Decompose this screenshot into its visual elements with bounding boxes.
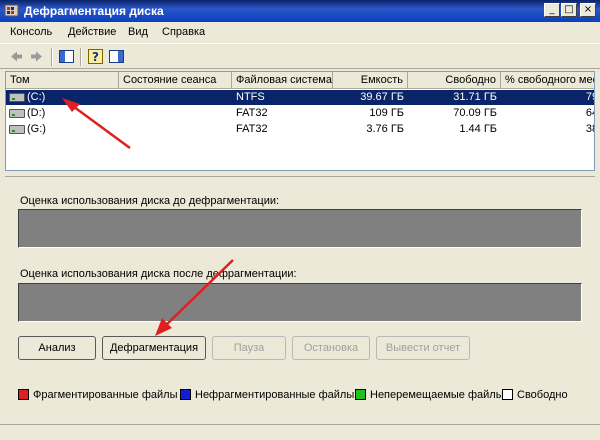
- drive-icon: [9, 125, 25, 134]
- legend-swatch-contiguous: [180, 389, 191, 400]
- toolbar: ?: [0, 43, 600, 69]
- after-defrag-label: Оценка использования диска после дефрагм…: [20, 268, 297, 280]
- close-button[interactable]: ×: [580, 3, 596, 17]
- free-percent: 38 %: [585, 123, 594, 135]
- forward-arrow-icon[interactable]: [28, 48, 45, 65]
- minimize-button[interactable]: _: [544, 3, 560, 17]
- free-percent: 79 %: [585, 91, 594, 103]
- menu-view[interactable]: Вид: [128, 26, 148, 38]
- status-bar: [0, 424, 600, 440]
- before-defrag-label: Оценка использования диска до дефрагмент…: [20, 195, 280, 207]
- file-system: FAT32: [236, 107, 268, 119]
- menu-help[interactable]: Справка: [162, 26, 205, 38]
- legend-swatch-free: [502, 389, 513, 400]
- capacity: 109 ГБ: [369, 107, 404, 119]
- column-header-file-system[interactable]: Файловая система: [232, 72, 333, 89]
- free-space: 1.44 ГБ: [459, 123, 497, 135]
- column-header-volume[interactable]: Том: [6, 72, 119, 89]
- volume-name: (G:): [27, 123, 46, 135]
- free-space: 31.71 ГБ: [453, 91, 497, 103]
- legend-contiguous: Нефрагментированные файлы: [195, 389, 355, 401]
- file-system: FAT32: [236, 123, 268, 135]
- legend-fragmented: Фрагментированные файлы: [33, 389, 178, 401]
- legend-unmovable: Неперемещаемые файлы: [370, 389, 504, 401]
- legend-swatch-unmovable: [355, 389, 366, 400]
- volume-row-c[interactable]: (C:) NTFS 39.67 ГБ 31.71 ГБ 79 %: [6, 90, 594, 105]
- volume-row-g[interactable]: (G:) FAT32 3.76 ГБ 1.44 ГБ 38 %: [6, 122, 594, 137]
- file-system: NTFS: [236, 91, 265, 103]
- toolbar-separator: [51, 48, 53, 66]
- stop-button[interactable]: Остановка: [292, 336, 370, 360]
- analyze-button[interactable]: Анализ: [18, 336, 96, 360]
- menu-bar: Консоль Действие Вид Справка: [0, 22, 600, 42]
- after-defrag-display: [18, 283, 582, 322]
- pause-button[interactable]: Пауза: [212, 336, 286, 360]
- volume-list[interactable]: Том Состояние сеанса Файловая система Ем…: [5, 71, 595, 171]
- back-arrow-icon[interactable]: [8, 48, 25, 65]
- svg-text:?: ?: [92, 50, 99, 64]
- menu-action[interactable]: Действие: [68, 26, 116, 38]
- drive-icon: [9, 109, 25, 118]
- window-title: Дефрагментация диска: [24, 4, 164, 18]
- capacity: 39.67 ГБ: [360, 91, 404, 103]
- maximize-button[interactable]: □: [561, 3, 577, 17]
- toolbar-separator: [80, 48, 82, 66]
- volume-name: (C:): [27, 91, 46, 103]
- column-header-session-status[interactable]: Состояние сеанса: [119, 72, 232, 89]
- title-bar: Дефрагментация диска _ □ ×: [0, 0, 600, 22]
- menu-console[interactable]: Консоль: [10, 26, 52, 38]
- free-space: 70.09 ГБ: [453, 107, 497, 119]
- column-header-free[interactable]: Свободно: [408, 72, 501, 89]
- properties-icon[interactable]: [108, 48, 125, 65]
- column-header-free-percent[interactable]: % свободного мест: [501, 72, 594, 89]
- column-header-capacity[interactable]: Емкость: [333, 72, 408, 89]
- capacity: 3.76 ГБ: [366, 123, 404, 135]
- defragment-button[interactable]: Дефрагментация: [102, 336, 206, 360]
- view-report-button[interactable]: Вывести отчет: [376, 336, 470, 360]
- help-icon[interactable]: ?: [87, 48, 104, 65]
- before-defrag-display: [18, 209, 582, 248]
- legend-free: Свободно: [517, 389, 568, 401]
- legend-swatch-fragmented: [18, 389, 29, 400]
- volume-name: (D:): [27, 107, 46, 119]
- free-percent: 64 %: [585, 107, 594, 119]
- drive-icon: [9, 93, 25, 102]
- defrag-app-icon: [4, 4, 19, 17]
- volume-row-d[interactable]: (D:) FAT32 109 ГБ 70.09 ГБ 64 %: [6, 106, 594, 121]
- console-tree-icon[interactable]: [58, 48, 75, 65]
